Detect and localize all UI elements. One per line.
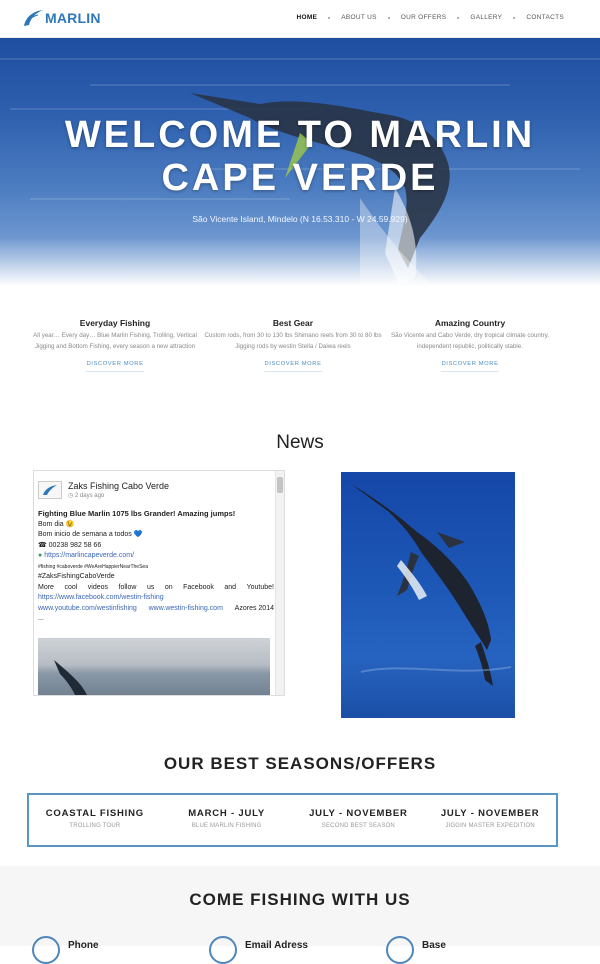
widget-scrollbar[interactable] [275,471,284,695]
page-logo-icon [43,485,57,495]
hero-title-line2: CAPE VERDE [161,157,439,199]
hero-banner: WELCOME TO MARLIN CAPE VERDE São Vicente… [0,38,600,286]
discover-more-link[interactable]: DISCOVER MORE [441,361,499,372]
season-title: JULY - NOVEMBER [309,808,408,819]
email-icon [209,936,237,964]
feature-everyday-fishing: Everyday Fishing All year… Every day… Bl… [25,318,205,372]
clock-icon: ◷ [68,493,75,499]
youtube-link[interactable]: www.youtube.com/westinfishing [38,604,137,615]
season-march-july[interactable]: MARCH - JULY BLUE MARLIN FISHING [161,795,293,845]
feature-title: Amazing Country [434,318,506,328]
menu-separator [387,16,390,19]
post-word: videos [87,583,109,591]
season-subtitle: BLUE MARLIN FISHING [191,823,262,829]
post-word: and [224,583,237,591]
nav-home[interactable]: HOME [297,14,318,21]
nav-about-us[interactable]: ABOUT US [341,14,377,21]
menu-separator [457,16,460,19]
post-website: ● https://marlincapeverde.com/ [38,551,274,562]
post-azores: Azores 2014 [234,604,274,612]
post-line: Bom inicio de semana a todos 💙 [38,531,143,538]
page-avatar[interactable] [38,481,62,499]
post-header: Zaks Fishing Cabo Verde ◷ 2 days ago [38,481,169,499]
hero-title-line1: WELCOME TO MARLIN [64,114,536,156]
discover-more-link[interactable]: DISCOVER MORE [86,361,144,372]
news-heading: News [276,432,324,453]
feature-best-gear: Best Gear Custom rods, from 30 to 130 lb… [203,318,383,372]
feature-amazing-country: Amazing Country São Vicente and Cabo Ver… [380,318,560,372]
nav-our-offers[interactable]: OUR OFFERS [401,14,447,21]
nav-gallery[interactable]: GALLERY [470,14,502,21]
scrollbar-thumb[interactable] [277,477,283,493]
discover-more-link[interactable]: DISCOVER MORE [264,361,322,372]
season-subtitle: TROLLING TOUR [69,823,121,829]
facebook-feed-widget[interactable]: Zaks Fishing Cabo Verde ◷ 2 days ago Fig… [33,470,285,696]
contact-section: COME FISHING WITH US Phone Email Adress … [0,866,600,964]
post-time-text: 2 days ago [74,493,105,499]
seasons-heading: OUR BEST SEASONS/OFFERS [163,754,437,773]
post-word: follow [118,583,137,591]
season-jiggin-expedition[interactable]: JULY - NOVEMBER JIGGIN MASTER EXPEDITION [424,795,556,845]
post-phone: ☎ 00238 982 58 66 [38,541,102,549]
post-more-line: More cool videos follow us on Facebook a… [38,583,274,594]
location-icon [386,936,414,964]
post-word: on [164,583,173,591]
post-links-line: www.youtube.com/westinfishing www.westin… [38,604,274,615]
post-body: Fighting Blue Marlin 1075 lbs Grander! A… [38,509,274,625]
contact-phone[interactable]: Phone [32,936,99,964]
season-subtitle: JIGGIN MASTER EXPEDITION [445,823,535,829]
phone-icon [32,936,60,964]
main-menu: HOME ABOUT US OUR OFFERS GALLERY CONTACT… [297,14,565,21]
westin-link[interactable]: www.westin-fishing.com [149,604,223,615]
menu-separator [513,16,516,19]
contact-heading: COME FISHING WITH US [189,890,411,909]
top-navbar: MARLIN HOME ABOUT US OUR OFFERS GALLERY … [0,0,600,38]
logo[interactable]: MARLIN [22,6,101,30]
post-video-thumbnail[interactable] [38,638,270,695]
post-word: More [38,583,54,591]
feature-text: Custom rods, from 30 to 130 lbs Shimano … [204,332,382,350]
seasons-box: COASTAL FISHING TROLLING TOUR MARCH - JU… [27,793,558,847]
marlin-photo [341,472,515,718]
marlin-thumbnail-image [54,660,87,695]
post-headline: Fighting Blue Marlin 1075 lbs Grander! A… [38,509,236,518]
post-word: cool [64,583,78,591]
page-name[interactable]: Zaks Fishing Cabo Verde [68,481,169,492]
season-title: COASTAL FISHING [45,808,144,819]
post-ellipsis: ... [38,615,44,622]
post-hashtags: #fishing #caboverde #WeAreHappierNearThe… [38,563,148,570]
feature-title: Everyday Fishing [79,318,151,328]
hero-subtitle: São Vicente Island, Mindelo (N 16.53.310… [192,214,408,224]
logo-text: MARLIN [45,10,101,26]
facebook-link[interactable]: https://www.facebook.com/westin-fishing [38,593,274,604]
season-coastal-fishing[interactable]: COASTAL FISHING TROLLING TOUR [29,795,161,845]
post-hashtag-main: #ZaksFishingCaboVerde [38,573,115,580]
feature-title: Best Gear [272,318,314,328]
contact-email[interactable]: Email Adress [209,936,308,964]
post-word: Youtube! [246,583,274,591]
season-subtitle: SECOND BEST SEASON [321,823,395,829]
nav-contacts[interactable]: CONTACTS [526,14,564,21]
feature-text: São Vicente and Cabo Verde, dry tropical… [391,332,549,350]
post-line: Bom dia 😉 [38,520,75,528]
post-time: ◷ 2 days ago [68,492,169,499]
season-title: MARCH - JULY [188,808,266,819]
hero-title: WELCOME TO MARLIN CAPE VERDE [0,114,600,200]
jumping-marlin-photo [351,484,512,686]
post-word: us [146,583,155,591]
website-link[interactable]: https://marlincapeverde.com/ [44,552,134,559]
menu-separator [328,16,331,19]
contact-base[interactable]: Base [386,936,446,964]
season-title: JULY - NOVEMBER [440,808,540,819]
post-word: Facebook [183,583,214,591]
marlin-logo-icon [24,10,43,26]
season-july-november[interactable]: JULY - NOVEMBER SECOND BEST SEASON [293,795,425,845]
feature-text: All year… Every day… Blue Marlin Fishing… [33,332,197,350]
